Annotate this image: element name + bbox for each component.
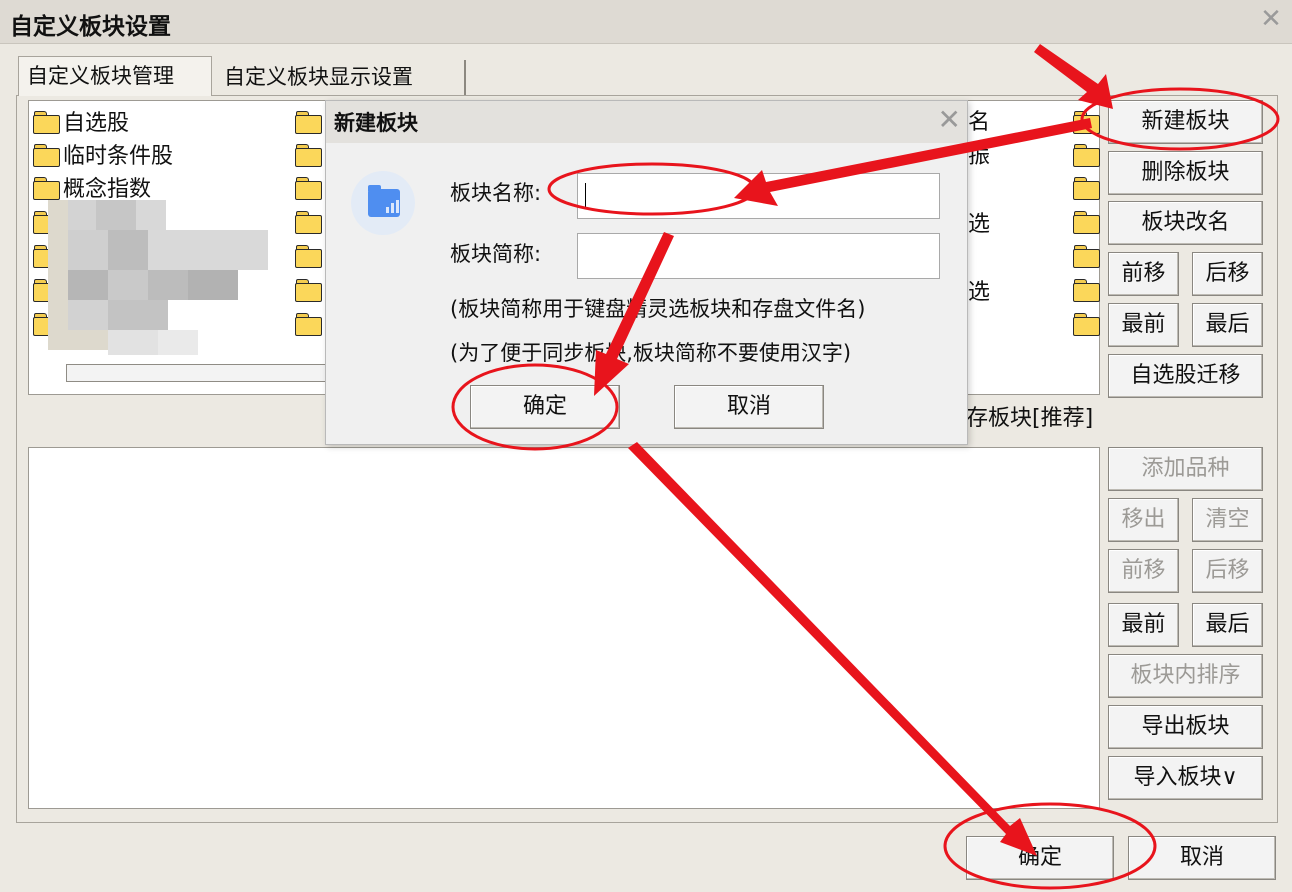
list-item[interactable]: 自选股 xyxy=(33,109,129,139)
folder-icon xyxy=(295,177,322,200)
list-item[interactable] xyxy=(295,175,325,205)
list-item[interactable] xyxy=(295,243,325,273)
new-block-dialog: 新建板块 ✕ 板块名称: 板块简称: (板块简称用于键盘精灵选板块和存盘文件名)… xyxy=(325,100,968,445)
item-move-forward-button[interactable]: 前移 xyxy=(1108,549,1179,593)
list-item[interactable] xyxy=(295,109,325,139)
new-block-button[interactable]: 新建板块 xyxy=(1108,100,1263,144)
block-short-name-label: 板块简称: xyxy=(450,242,542,266)
move-last-button[interactable]: 最后 xyxy=(1192,303,1263,347)
folder-icon xyxy=(1073,211,1100,234)
list-item[interactable] xyxy=(1073,209,1103,239)
dialog-ok-button[interactable]: 确定 xyxy=(470,385,620,429)
list-item[interactable] xyxy=(1073,175,1103,205)
dialog-cancel-button[interactable]: 取消 xyxy=(674,385,824,429)
list-item-label: 振 xyxy=(968,144,991,169)
folder-icon xyxy=(1073,111,1100,134)
dialog-title: 新建板块 xyxy=(334,111,418,135)
move-first-button[interactable]: 最前 xyxy=(1108,303,1179,347)
tab-block-display-settings[interactable]: 自定义板块显示设置 xyxy=(216,60,466,96)
list-item-label: 临时条件股 xyxy=(63,144,174,169)
block-name-field[interactable] xyxy=(578,174,939,218)
block-name-label: 板块名称: xyxy=(450,181,542,205)
folder-icon xyxy=(295,144,322,167)
rename-block-button[interactable]: 板块改名 xyxy=(1108,201,1263,245)
footer-cancel-button[interactable]: 取消 xyxy=(1128,836,1276,880)
folder-icon xyxy=(1073,144,1100,167)
list-item[interactable] xyxy=(1073,109,1103,139)
list-item-label: 自选股 xyxy=(63,111,130,136)
list-item[interactable] xyxy=(1073,277,1103,307)
list-item[interactable] xyxy=(1073,311,1103,341)
list-item-label: 概念指数 xyxy=(63,177,152,202)
list-item[interactable] xyxy=(1073,243,1103,273)
remove-button[interactable]: 移出 xyxy=(1108,498,1179,542)
folder-icon xyxy=(1073,245,1100,268)
close-icon[interactable]: ✕ xyxy=(938,103,961,136)
list-item[interactable] xyxy=(295,277,325,307)
folder-icon xyxy=(295,211,322,234)
window-title: 自定义板块设置 xyxy=(10,14,171,40)
folder-icon xyxy=(1073,279,1100,302)
clear-button[interactable]: 清空 xyxy=(1192,498,1263,542)
block-short-name-field[interactable] xyxy=(578,234,939,278)
list-item-label: 选 xyxy=(968,280,991,305)
close-icon[interactable]: ✕ xyxy=(1258,4,1284,34)
sort-in-block-button[interactable]: 板块内排序 xyxy=(1108,654,1263,698)
item-move-backward-button[interactable]: 后移 xyxy=(1192,549,1263,593)
list-item-label: 选 xyxy=(968,212,991,237)
folder-icon xyxy=(1073,313,1100,336)
folder-icon xyxy=(33,144,60,167)
list-item[interactable] xyxy=(295,142,325,172)
window-titlebar: 自定义板块设置 ✕ xyxy=(0,0,1292,44)
footer-ok-button[interactable]: 确定 xyxy=(966,836,1114,880)
list-item[interactable] xyxy=(295,311,325,341)
item-move-first-button[interactable]: 最前 xyxy=(1108,603,1179,647)
list-item-label: 名 xyxy=(968,110,991,135)
folder-icon xyxy=(295,111,322,134)
block-content-list[interactable] xyxy=(28,447,1100,809)
list-item[interactable]: 临时条件股 xyxy=(33,142,173,172)
list-item[interactable] xyxy=(1073,142,1103,172)
add-item-button[interactable]: 添加品种 xyxy=(1108,447,1263,491)
folder-icon xyxy=(33,111,60,134)
block-short-name-input[interactable] xyxy=(577,233,940,279)
item-move-last-button[interactable]: 最后 xyxy=(1192,603,1263,647)
migrate-watchlist-button[interactable]: 自选股迁移 xyxy=(1108,354,1263,398)
export-block-button[interactable]: 导出板块 xyxy=(1108,705,1263,749)
delete-block-button[interactable]: 删除板块 xyxy=(1108,151,1263,195)
move-backward-button[interactable]: 后移 xyxy=(1192,252,1263,296)
dialog-note-1: (板块简称用于键盘精灵选板块和存盘文件名) xyxy=(450,297,866,321)
block-name-input[interactable] xyxy=(577,173,940,219)
folder-icon xyxy=(1073,177,1100,200)
folder-icon xyxy=(33,177,60,200)
list-item[interactable] xyxy=(295,209,325,239)
import-block-button[interactable]: 导入板块∨ xyxy=(1108,756,1263,800)
horizontal-scrollbar[interactable] xyxy=(66,364,326,382)
text-caret xyxy=(585,183,586,209)
folder-icon xyxy=(295,245,322,268)
tab-block-management[interactable]: 自定义板块管理 xyxy=(18,56,212,96)
blurred-region xyxy=(48,200,273,360)
move-forward-button[interactable]: 前移 xyxy=(1108,252,1179,296)
save-block-caption: 存板块[推荐] xyxy=(966,406,1094,431)
folder-chart-icon xyxy=(351,171,415,235)
folder-icon xyxy=(295,279,322,302)
folder-icon xyxy=(295,313,322,336)
dialog-note-2: (为了便于同步板块,板块简称不要使用汉字) xyxy=(450,341,852,365)
dialog-titlebar: 新建板块 ✕ xyxy=(326,101,967,143)
